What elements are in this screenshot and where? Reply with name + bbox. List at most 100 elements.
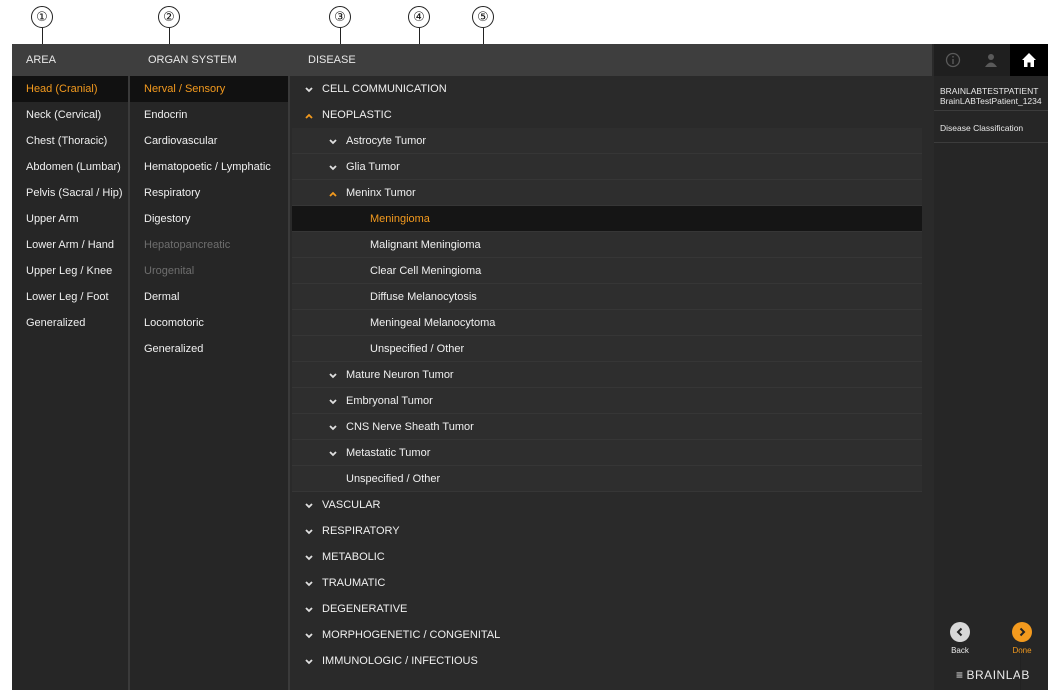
area-item-label: Upper Leg / Knee bbox=[26, 265, 113, 277]
done-button[interactable]: Done bbox=[1002, 622, 1042, 655]
patient-info: BRAINLABTESTPATIENT BrainLABTestPatient_… bbox=[940, 86, 1042, 106]
chevron-down-icon bbox=[302, 524, 316, 538]
disease-item[interactable]: CNS Nerve Sheath Tumor bbox=[292, 414, 922, 440]
disease-label: VASCULAR bbox=[322, 499, 381, 511]
disease-item[interactable]: Metastatic Tumor bbox=[292, 440, 922, 466]
brainlab-logo: ≡ BRAINLAB bbox=[956, 668, 1030, 682]
area-item[interactable]: Head (Cranial) bbox=[12, 76, 128, 102]
area-item[interactable]: Lower Leg / Foot bbox=[12, 284, 128, 310]
right-toolbar bbox=[934, 44, 1048, 76]
disease-tree: CELL COMMUNICATION NEOPLASTIC Astrocyte Tu… bbox=[292, 76, 932, 690]
disease-label: MORPHOGENETIC / CONGENITAL bbox=[322, 629, 501, 641]
disease-category[interactable]: METABOLIC bbox=[292, 544, 932, 570]
disease-label: Meningeal Melanocytoma bbox=[370, 316, 496, 329]
done-label: Done bbox=[1012, 646, 1032, 655]
callout-5: ⑤ bbox=[472, 6, 494, 28]
disease-label: Meningioma bbox=[370, 212, 430, 225]
disease-item[interactable]: Mature Neuron Tumor bbox=[292, 362, 922, 388]
disease-label: Malignant Meningioma bbox=[370, 238, 481, 251]
organ-header: ORGAN SYSTEM bbox=[130, 44, 292, 76]
area-item[interactable]: Lower Arm / Hand bbox=[12, 232, 128, 258]
disease-label: Diffuse Melanocytosis bbox=[370, 290, 477, 303]
organ-header-label: ORGAN SYSTEM bbox=[148, 54, 237, 66]
back-button[interactable]: Back bbox=[940, 622, 980, 655]
disease-item[interactable]: Diffuse Melanocytosis bbox=[292, 284, 922, 310]
disease-category[interactable]: NEOPLASTIC bbox=[292, 102, 932, 128]
organ-system-item[interactable]: Cardiovascular bbox=[130, 128, 288, 154]
organ-system-item[interactable]: Hematopoetic / Lymphatic bbox=[130, 154, 288, 180]
area-item[interactable]: Upper Arm bbox=[12, 206, 128, 232]
patient-name: BRAINLABTESTPATIENT bbox=[940, 86, 1039, 96]
disease-label: Unspecified / Other bbox=[346, 472, 441, 485]
disease-item[interactable]: Glia Tumor bbox=[292, 154, 922, 180]
disease-item[interactable]: Embryonal Tumor bbox=[292, 388, 922, 414]
area-item[interactable]: Abdomen (Lumbar) bbox=[12, 154, 128, 180]
chevron-up-icon bbox=[326, 186, 340, 200]
area-item[interactable]: Chest (Thoracic) bbox=[12, 128, 128, 154]
chevron-down-icon bbox=[326, 160, 340, 174]
organ-system-item: Urogenital bbox=[130, 258, 288, 284]
area-item[interactable]: Upper Leg / Knee bbox=[12, 258, 128, 284]
disease-label: Glia Tumor bbox=[346, 160, 400, 173]
disease-item[interactable]: Meninx Tumor bbox=[292, 180, 922, 206]
chevron-down-icon bbox=[326, 446, 340, 460]
home-icon bbox=[1022, 53, 1036, 67]
organ-system-item-label: Generalized bbox=[144, 343, 204, 355]
patient-id: BrainLABTestPatient_1234 bbox=[940, 96, 1042, 106]
chevron-down-icon bbox=[326, 394, 340, 408]
organ-system-item[interactable]: Respiratory bbox=[130, 180, 288, 206]
disease-category[interactable]: MORPHOGENETIC / CONGENITAL bbox=[292, 622, 932, 648]
area-item-label: Abdomen (Lumbar) bbox=[26, 161, 121, 173]
chevron-down-icon bbox=[302, 628, 316, 642]
disease-category[interactable]: RESPIRATORY bbox=[292, 518, 932, 544]
organ-system-item-label: Urogenital bbox=[144, 265, 195, 277]
organ-system-item[interactable]: Dermal bbox=[130, 284, 288, 310]
area-item[interactable]: Pelvis (Sacral / Hip) bbox=[12, 180, 128, 206]
back-label: Back bbox=[951, 646, 969, 655]
disease-label: Meninx Tumor bbox=[346, 186, 416, 199]
area-item[interactable]: Generalized bbox=[12, 310, 128, 336]
disease-category[interactable]: VASCULAR bbox=[292, 492, 932, 518]
disease-item[interactable]: Meningeal Melanocytoma bbox=[292, 310, 922, 336]
organ-system-item-label: Respiratory bbox=[144, 187, 201, 199]
done-callout-leader bbox=[1020, 650, 1021, 690]
disease-item[interactable]: Malignant Meningioma bbox=[292, 232, 922, 258]
disease-category[interactable]: IMMUNOLOGIC / INFECTIOUS bbox=[292, 648, 932, 674]
area-item-label: Lower Leg / Foot bbox=[26, 291, 109, 303]
disease-item[interactable]: Unspecified / Other bbox=[292, 466, 922, 492]
done-arrow-icon bbox=[1012, 622, 1032, 642]
organ-system-item-label: Hematopoetic / Lymphatic bbox=[144, 161, 271, 173]
disease-item[interactable]: Unspecified / Other bbox=[292, 336, 922, 362]
area-item[interactable]: Neck (Cervical) bbox=[12, 102, 128, 128]
disease-label: CELL COMMUNICATION bbox=[322, 83, 447, 95]
disease-label: NEOPLASTIC bbox=[322, 109, 392, 121]
callout-2: ② bbox=[158, 6, 180, 28]
disease-category[interactable]: CELL COMMUNICATION bbox=[292, 76, 932, 102]
organ-system-item[interactable]: Endocrin bbox=[130, 102, 288, 128]
chevron-down-icon bbox=[302, 576, 316, 590]
disease-item[interactable]: Clear Cell Meningioma bbox=[292, 258, 922, 284]
organ-system-item[interactable]: Generalized bbox=[130, 336, 288, 362]
organ-system-item-label: Cardiovascular bbox=[144, 135, 218, 147]
disease-category[interactable]: DEGENERATIVE bbox=[292, 596, 932, 622]
disease-label: Metastatic Tumor bbox=[346, 446, 431, 459]
breadcrumb: Disease Classification bbox=[940, 123, 1024, 133]
patient-icon bbox=[985, 54, 997, 67]
organ-system-item[interactable]: Nerval / Sensory bbox=[130, 76, 288, 102]
disease-header: DISEASE bbox=[290, 44, 932, 76]
disease-header-label: DISEASE bbox=[308, 54, 356, 66]
disease-item[interactable]: Meningioma bbox=[292, 206, 922, 232]
home-button[interactable] bbox=[1010, 44, 1048, 76]
disease-item[interactable]: Astrocyte Tumor bbox=[292, 128, 922, 154]
info-button[interactable] bbox=[934, 44, 972, 76]
callout-1: ① bbox=[31, 6, 53, 28]
disease-label: METABOLIC bbox=[322, 551, 385, 563]
right-panel: BRAINLABTESTPATIENT BrainLABTestPatient_… bbox=[934, 44, 1048, 690]
patient-button[interactable] bbox=[972, 44, 1010, 76]
divider bbox=[934, 142, 1048, 143]
area-item-label: Generalized bbox=[26, 317, 86, 329]
callout-4: ④ bbox=[408, 6, 430, 28]
organ-system-item[interactable]: Digestory bbox=[130, 206, 288, 232]
organ-system-item[interactable]: Locomotoric bbox=[130, 310, 288, 336]
disease-category[interactable]: TRAUMATIC bbox=[292, 570, 932, 596]
